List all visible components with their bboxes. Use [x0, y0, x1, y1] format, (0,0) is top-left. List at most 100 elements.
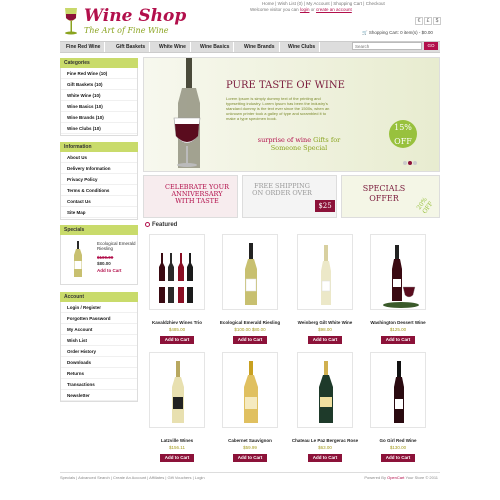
add-to-cart-button[interactable]: Add to Cart [381, 454, 415, 462]
account-item[interactable]: My Account [61, 324, 137, 335]
account-item[interactable]: Newsletter [61, 390, 137, 401]
top-links[interactable]: Home | Wish List (0) | My Account | Shop… [262, 1, 385, 6]
add-to-cart-button[interactable]: Add to Cart [233, 336, 267, 344]
product-name[interactable]: Washington Dessert Wine [358, 320, 438, 325]
account-item[interactable]: Returns [61, 368, 137, 379]
powered-prefix: Powered By [364, 475, 386, 480]
nav-white-wine[interactable]: White Wine [155, 42, 191, 52]
add-to-cart-button[interactable]: Add to Cart [308, 336, 342, 344]
add-to-cart-button[interactable]: Add to Cart [160, 336, 194, 344]
account-item[interactable]: Order History [61, 346, 137, 357]
product-price: $63.00 [318, 445, 332, 450]
category-item[interactable]: Gift Baskets (10) [61, 79, 137, 90]
nav-wine-clubs[interactable]: Wine Clubs [284, 42, 321, 52]
special-add-to-cart[interactable]: Add to Cart [97, 268, 122, 273]
category-item[interactable]: Wine Clubs (10) [61, 123, 137, 134]
shopping-cart[interactable]: 🛒 Shopping Cart: 0 item(s) - $0.00 [362, 30, 433, 36]
category-item[interactable]: White Wine (10) [61, 90, 137, 101]
account-item[interactable]: Login / Register [61, 302, 137, 313]
featured-title: Featured [152, 222, 178, 229]
footer-links[interactable]: Specials | Advanced Search | Create An A… [60, 475, 205, 480]
product-image-box[interactable] [222, 352, 278, 428]
product-image-box[interactable] [297, 352, 353, 428]
product-name[interactable]: Latzville Wines [137, 438, 217, 443]
add-to-cart-button[interactable]: Add to Cart [160, 454, 194, 462]
info-item[interactable]: About Us [61, 152, 137, 163]
special-old-price: $100.00 [97, 255, 114, 260]
special-product-image[interactable] [73, 241, 83, 277]
product-price: $100.00 $80.00 [234, 327, 266, 332]
product-name[interactable]: Weinberg Gilt White Wine [285, 320, 365, 325]
product-name[interactable]: Kavaldzhiev Wines Trio [137, 320, 217, 325]
nav-gift-baskets[interactable]: Gift Baskets [112, 42, 151, 52]
product-name[interactable]: Ecological Emerald Riesling [210, 320, 290, 325]
info-item[interactable]: Privacy Policy [61, 174, 137, 185]
product-image-box[interactable] [149, 234, 205, 310]
banner-text: Lorem Ipsum is simply dummy text of the … [226, 96, 330, 121]
categories-box: Fine Red Wine (10) Gift Baskets (10) Whi… [60, 68, 138, 136]
search-go-button[interactable]: GO [424, 42, 438, 50]
add-to-cart-button[interactable]: Add to Cart [308, 454, 342, 462]
add-to-cart-button[interactable]: Add to Cart [233, 454, 267, 462]
nav-wine-basics[interactable]: Wine Basics [196, 42, 235, 52]
currency-euro-button[interactable]: € [415, 17, 423, 25]
product-name[interactable]: Cabernet Sauvignon [210, 438, 290, 443]
product-name[interactable]: Chateau Le Paz Bergerac Rose [285, 438, 365, 443]
welcome-or: or [310, 7, 315, 12]
promo-anniversary[interactable]: CELEBRATE YOUR ANNIVERSARY WITH TASTE [143, 175, 238, 218]
account-item[interactable]: Downloads [61, 357, 137, 368]
account-item[interactable]: Wish List [61, 335, 137, 346]
currency-dollar-button[interactable]: $ [433, 17, 441, 25]
info-item[interactable]: Delivery Information [61, 163, 137, 174]
product-price: $130.00 [389, 445, 407, 450]
product-name[interactable]: Go Girl Red Wine [358, 438, 438, 443]
category-item[interactable]: Fine Red Wine (10) [61, 68, 137, 79]
info-item[interactable]: Site Map [61, 207, 137, 218]
info-item[interactable]: Contact Us [61, 196, 137, 207]
nav-wine-brands[interactable]: Wine Brands [240, 42, 280, 52]
currency-pound-button[interactable]: £ [424, 17, 432, 25]
slider-dot[interactable] [413, 161, 417, 165]
product-bergerac-bottle [319, 361, 333, 423]
logo-tagline: The Art of Fine Wine [84, 26, 169, 35]
cart-icon: 🛒 [362, 30, 368, 35]
login-link[interactable]: login [300, 7, 310, 12]
product-image-box[interactable] [370, 234, 426, 310]
product-trio-bottles [159, 253, 193, 303]
product-cabernet-bottle [244, 361, 258, 423]
slider-dot-active[interactable] [408, 161, 412, 165]
specials-box: Ecological Emerald Riesling $100.00 $80.… [60, 235, 138, 285]
add-to-cart-button[interactable]: Add to Cart [381, 336, 415, 344]
opencart-link[interactable]: OpenCart [387, 475, 404, 480]
powered-by: Powered By OpenCart Your Store © 2011 [364, 475, 438, 480]
welcome-prefix: Welcome visitor you can [250, 7, 299, 12]
search-input[interactable] [352, 42, 422, 50]
specials-heading: Specials [60, 225, 138, 235]
hero-banner[interactable]: PURE TASTE OF WINE Lorem Ipsum is simply… [143, 57, 440, 172]
category-item[interactable]: Wine Brands (10) [61, 112, 137, 123]
banner-sub-gifts: Gifts for [313, 136, 341, 144]
product-price: $485.00 [168, 327, 186, 332]
account-item[interactable]: Forgotten Password [61, 313, 137, 324]
badge-off: OFF [394, 137, 412, 146]
product-image-box[interactable] [149, 352, 205, 428]
logo-title[interactable]: Wine Shop [84, 6, 186, 26]
product-image-box[interactable] [222, 234, 278, 310]
information-box: About Us Delivery Information Privacy Po… [60, 152, 138, 220]
account-item[interactable]: Transactions [61, 379, 137, 390]
nav-fine-red-wine[interactable]: Fine Red Wine [62, 42, 106, 52]
product-image-box[interactable] [370, 352, 426, 428]
powered-suffix: Your Store © 2011 [405, 475, 438, 480]
create-account-link[interactable]: create an account [316, 7, 352, 12]
slider-dot[interactable] [403, 161, 407, 165]
product-image-box[interactable] [297, 234, 353, 310]
banner-title: PURE TASTE OF WINE [226, 80, 345, 91]
category-item[interactable]: Wine Basics (10) [61, 101, 137, 112]
wine-bottle-glass-image [173, 58, 201, 168]
product-latzville-bottle [172, 361, 184, 423]
promo-specials[interactable]: SPECIALS OFFER 20% OFF [341, 175, 440, 218]
info-item[interactable]: Terms & Conditions [61, 185, 137, 196]
featured-bullet-icon [145, 222, 150, 227]
promo-shipping[interactable]: FREE SHIPPING ON ORDER OVER $25 [242, 175, 337, 218]
special-product-name[interactable]: Ecological Emerald Riesling [97, 241, 137, 251]
